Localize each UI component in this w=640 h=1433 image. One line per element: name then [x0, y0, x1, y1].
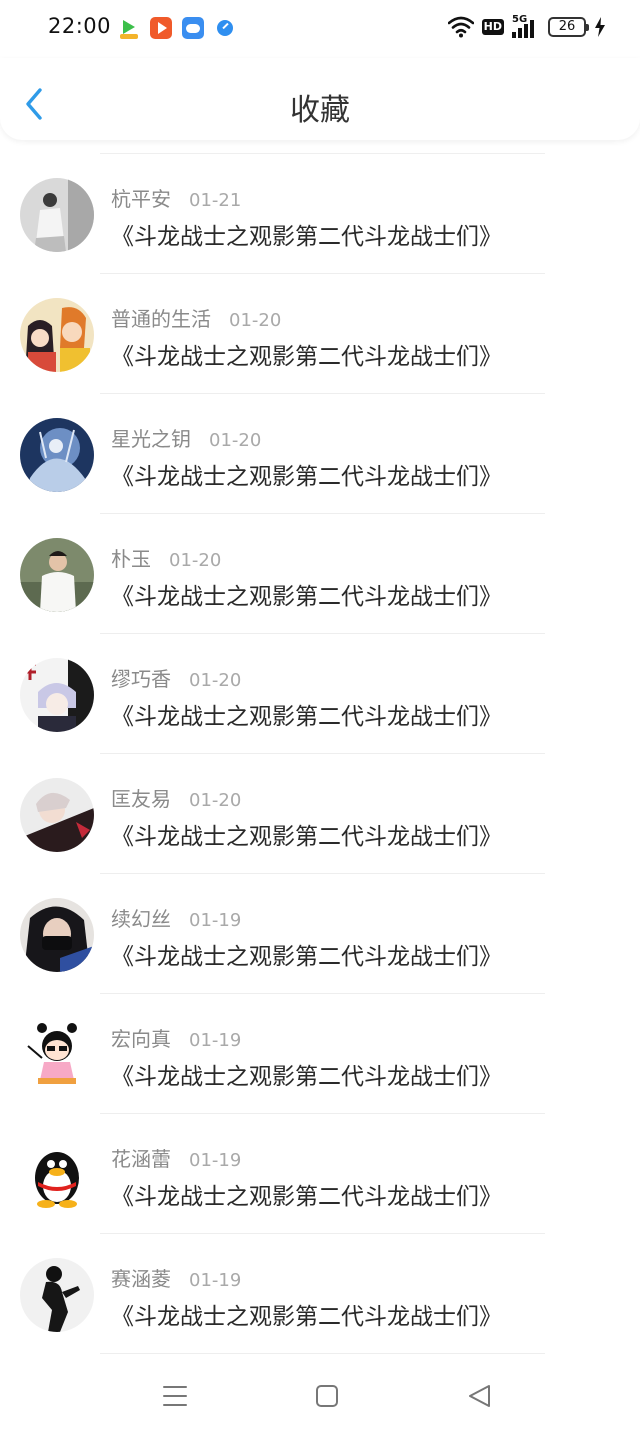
- list-item[interactable]: 花涵蕾 01-19 《斗龙战士之观影第二代斗龙战士们》: [0, 1114, 640, 1234]
- menu-icon: [163, 1386, 187, 1406]
- home-icon: [316, 1385, 338, 1407]
- favorites-list: 杭平安 01-21 《斗龙战士之观影第二代斗龙战士们》 普通的生活 01-20 《斗…: [0, 153, 640, 1354]
- cloud-app-icon: [182, 17, 204, 39]
- list-item[interactable]: 星光之钥 01-20 《斗龙战士之观影第二代斗龙战士们》: [0, 394, 640, 514]
- work-title[interactable]: 《斗龙战士之观影第二代斗龙战士们》: [111, 457, 502, 491]
- status-indicators: HD 5G 26: [447, 14, 606, 38]
- silhouette-avatar-icon: [20, 1258, 94, 1332]
- system-back-button[interactable]: [462, 1378, 498, 1414]
- avatar[interactable]: [20, 178, 94, 252]
- photo-avatar-icon: [20, 898, 94, 972]
- video-app-icon: [150, 17, 172, 39]
- work-title[interactable]: 《斗龙战士之观影第二代斗龙战士们》: [111, 937, 502, 971]
- list-item[interactable]: 朴玉 01-20 《斗龙战士之观影第二代斗龙战士们》: [0, 514, 640, 634]
- work-title[interactable]: 《斗龙战士之观影第二代斗龙战士们》: [111, 577, 502, 611]
- header-bar: 收藏: [0, 58, 640, 140]
- list-item[interactable]: 续幻丝 01-19 《斗龙战士之观影第二代斗龙战士们》: [0, 874, 640, 994]
- username: 赛涵菱: [111, 1267, 171, 1291]
- hd-badge: HD: [481, 19, 504, 35]
- work-title[interactable]: 《斗龙战士之观影第二代斗龙战士们》: [111, 1177, 502, 1211]
- avatar[interactable]: [20, 1138, 94, 1212]
- avatar[interactable]: [20, 538, 94, 612]
- avatar[interactable]: [20, 418, 94, 492]
- list-item[interactable]: 杭平安 01-21 《斗龙战士之观影第二代斗龙战士们》: [0, 154, 640, 274]
- fantasy-avatar-icon: [20, 418, 94, 492]
- page-title: 收藏: [290, 93, 350, 128]
- charging-icon: [595, 17, 605, 37]
- avatar[interactable]: [20, 898, 94, 972]
- signal-icon: 5G: [512, 14, 540, 38]
- avatar[interactable]: [20, 298, 94, 372]
- avatar[interactable]: [20, 1258, 94, 1332]
- date: 01-19: [189, 1270, 242, 1291]
- green-play-app-icon: [118, 17, 140, 39]
- username: 宏向真: [111, 1027, 171, 1051]
- list-item[interactable]: 赛涵菱 01-19 《斗龙战士之观影第二代斗龙战士们》: [0, 1234, 640, 1354]
- username: 缪巧香: [111, 667, 171, 691]
- work-title[interactable]: 《斗龙战士之观影第二代斗龙战士们》: [111, 817, 502, 851]
- username: 续幻丝: [111, 907, 171, 931]
- cartoon-girl-avatar-icon: [20, 1018, 94, 1092]
- avatar[interactable]: [20, 1018, 94, 1092]
- compass-app-icon: [214, 17, 236, 39]
- home-button[interactable]: [309, 1378, 345, 1414]
- list-item[interactable]: 宏向真 01-19 《斗龙战士之观影第二代斗龙战士们》: [0, 994, 640, 1114]
- username: 朴玉: [111, 547, 151, 571]
- anime-avatar-icon: [20, 658, 94, 732]
- photo-avatar-icon: [20, 178, 94, 252]
- date: 01-20: [189, 670, 242, 691]
- list-item[interactable]: 普通的生活 01-20 《斗龙战士之观影第二代斗龙战士们》: [0, 274, 640, 394]
- username: 花涵蕾: [111, 1147, 171, 1171]
- username: 星光之钥: [111, 427, 191, 451]
- date: 01-19: [189, 910, 242, 931]
- work-title[interactable]: 《斗龙战士之观影第二代斗龙战士们》: [111, 697, 502, 731]
- work-title[interactable]: 《斗龙战士之观影第二代斗龙战士们》: [111, 1297, 502, 1331]
- date: 01-19: [189, 1030, 242, 1051]
- date: 01-20: [169, 550, 222, 571]
- anime-avatar-icon: [20, 298, 94, 372]
- wifi-icon: [447, 16, 474, 38]
- system-nav-bar: [0, 1360, 640, 1433]
- photo-avatar-icon: [20, 538, 94, 612]
- avatar[interactable]: [20, 778, 94, 852]
- avatar[interactable]: [20, 658, 94, 732]
- username: 普通的生活: [111, 307, 211, 331]
- date: 01-20: [189, 790, 242, 811]
- status-bar: 22:00 HD 5G 26: [0, 0, 640, 58]
- penguin-avatar-icon: [20, 1138, 94, 1212]
- photo-avatar-icon: [20, 778, 94, 852]
- date: 01-20: [229, 310, 282, 331]
- status-app-icons: [118, 17, 236, 39]
- date: 01-20: [209, 430, 262, 451]
- recent-apps-button[interactable]: [157, 1378, 193, 1414]
- list-item[interactable]: 缪巧香 01-20 《斗龙战士之观影第二代斗龙战士们》: [0, 634, 640, 754]
- work-title[interactable]: 《斗龙战士之观影第二代斗龙战士们》: [111, 1057, 502, 1091]
- battery-icon: 26: [548, 17, 589, 37]
- work-title[interactable]: 《斗龙战士之观影第二代斗龙战士们》: [111, 217, 502, 251]
- status-time: 22:00: [48, 14, 112, 38]
- date: 01-21: [189, 190, 242, 211]
- work-title[interactable]: 《斗龙战士之观影第二代斗龙战士们》: [111, 337, 502, 371]
- username: 杭平安: [111, 187, 171, 211]
- date: 01-19: [189, 1150, 242, 1171]
- back-triangle-icon: [469, 1385, 490, 1407]
- username: 匡友易: [111, 787, 171, 811]
- list-item[interactable]: 匡友易 01-20 《斗龙战士之观影第二代斗龙战士们》: [0, 754, 640, 874]
